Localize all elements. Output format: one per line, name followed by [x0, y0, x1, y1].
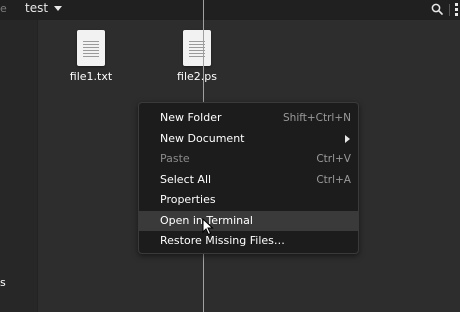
menu-item-shortcut: Ctrl+V [316, 153, 351, 165]
path-bar-current-folder[interactable]: test [25, 1, 48, 15]
menu-item-label: Select All [160, 172, 212, 186]
chevron-right-icon [345, 134, 350, 143]
sidebar-item-label[interactable]: s [0, 276, 6, 289]
file-name: file1.txt [69, 70, 113, 83]
text-file-icon [183, 30, 211, 66]
text-file-icon [77, 30, 105, 66]
chevron-down-icon[interactable] [54, 6, 62, 11]
menu-item-new-document[interactable]: New Document [139, 129, 358, 150]
menu-item-restore-missing-files[interactable]: Restore Missing Files… [139, 231, 358, 252]
file-item[interactable]: file2.ps [157, 30, 237, 83]
file-item[interactable]: file1.txt [51, 30, 131, 83]
menu-item-properties[interactable]: Properties [139, 190, 358, 211]
search-icon[interactable] [431, 3, 443, 15]
vertical-ellipsis-icon[interactable] [455, 3, 460, 17]
menu-item-label: Properties [160, 193, 216, 206]
context-menu: New Folder Shift+Ctrl+N New Document Pas… [138, 102, 359, 254]
file-manager-window: e test s file1.txt file2.ps New Folder S… [0, 0, 460, 312]
file-name: file2.ps [177, 70, 217, 83]
header-separator [449, 4, 450, 16]
menu-item-open-in-terminal[interactable]: Open in Terminal [139, 210, 358, 231]
back-button-fragment[interactable]: e [0, 2, 7, 15]
menu-item-shortcut: Ctrl+A [316, 173, 351, 186]
mouse-pointer-icon [202, 218, 214, 236]
menu-item-paste[interactable]: Paste Ctrl+V [139, 149, 358, 170]
menu-item-label: New Document [160, 131, 245, 145]
menu-item-label: New Folder [160, 111, 222, 124]
menu-item-shortcut: Shift+Ctrl+N [283, 112, 351, 124]
menu-item-new-folder[interactable]: New Folder Shift+Ctrl+N [139, 108, 358, 129]
menu-item-select-all[interactable]: Select All Ctrl+A [139, 170, 358, 191]
menu-item-label: Paste [160, 152, 190, 165]
sidebar: s [0, 20, 38, 312]
header-bar: e test [0, 0, 460, 20]
menu-item-label: Restore Missing Files… [160, 234, 285, 247]
